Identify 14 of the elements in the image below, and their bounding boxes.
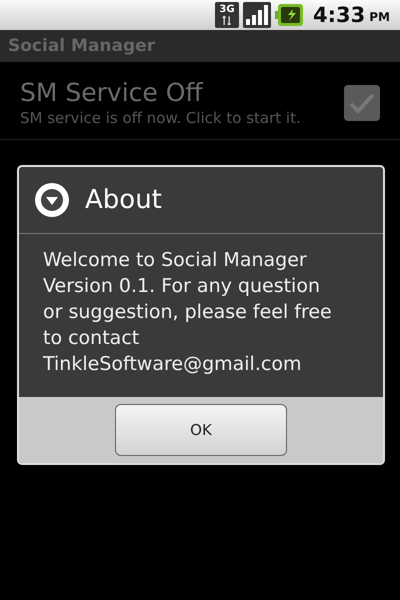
dialog-message: Welcome to Social Manager Version 0.1. For any question or suggestion, please feel free to contact TinkleSoftware@gmail.com	[42, 248, 333, 377]
network-badge: 3G	[215, 2, 240, 28]
dialog-title: About	[85, 185, 162, 215]
dropdown-circle-icon	[33, 181, 71, 219]
setting-summary: SM service is off now. Click to start it.	[20, 109, 302, 127]
setting-title: SM Service Off	[20, 78, 204, 107]
setting-row[interactable]: SM Service Off SM service is off now. Click to start it.	[0, 62, 400, 140]
clock-time: 4:33	[313, 3, 366, 27]
ok-button[interactable]: OK	[115, 404, 287, 456]
signal-strength-icon	[243, 2, 272, 28]
checkbox[interactable]	[344, 84, 380, 120]
clock-meridiem: PM	[369, 10, 390, 24]
app-title-bar: Social Manager	[0, 30, 400, 62]
battery-charging-icon	[275, 4, 304, 26]
